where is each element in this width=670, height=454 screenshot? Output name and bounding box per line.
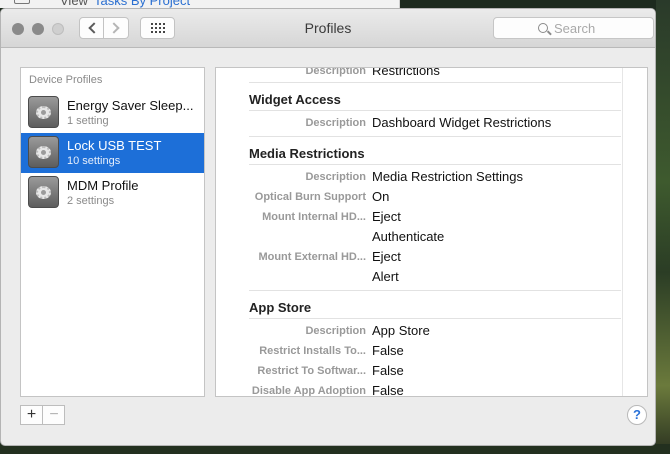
section-title-app-store: App Store <box>249 300 312 315</box>
detail-row: Description App Store <box>216 322 624 340</box>
detail-value: Authenticate <box>372 229 445 244</box>
search-field[interactable] <box>493 17 654 39</box>
profile-settings-count: 1 setting <box>67 115 109 127</box>
background-window: View Tasks By Project <box>0 0 400 8</box>
profile-item-lock-usb-test[interactable]: Lock USB TEST 10 settings <box>21 133 204 173</box>
detail-value: False <box>372 383 404 397</box>
profile-gear-icon <box>28 176 59 208</box>
profile-gear-icon <box>28 96 59 128</box>
add-profile-button[interactable]: + <box>21 406 43 424</box>
detail-row: Mount External HD... Eject <box>216 248 624 266</box>
detail-row: Authenticate <box>216 228 624 246</box>
detail-row: Restrict To Softwar... False <box>216 362 624 380</box>
background-view-label: View <box>60 0 88 8</box>
add-remove-control: + − <box>20 405 65 425</box>
background-link: Tasks By Project <box>94 0 191 8</box>
detail-key: Disable App Adoption <box>251 385 366 397</box>
profile-settings-count: 10 settings <box>67 155 121 167</box>
detail-value: Media Restriction Settings <box>372 169 524 184</box>
profiles-sidebar: Device Profiles Energy Saver Sleep... 1 … <box>20 67 205 397</box>
detail-row: Optical Burn Support On <box>216 188 624 206</box>
detail-row: Description Media Restriction Settings <box>216 168 624 186</box>
detail-row: Mount Internal HD... Eject <box>216 208 624 226</box>
detail-row: Description Restrictions <box>216 67 624 80</box>
section-divider <box>249 110 621 111</box>
detail-row: Disable App Adoption False <box>216 382 624 397</box>
detail-key: Restrict Installs To... <box>259 345 366 357</box>
detail-row: Alert <box>216 268 624 286</box>
detail-key: Mount External HD... <box>258 251 366 263</box>
detail-value: False <box>372 343 404 358</box>
sidebar-header: Device Profiles <box>29 74 103 86</box>
help-button[interactable]: ? <box>627 405 647 425</box>
detail-value: Eject <box>372 249 401 264</box>
profile-item-mdm-profile[interactable]: MDM Profile 2 settings <box>21 173 204 213</box>
detail-key: Description <box>305 117 366 129</box>
detail-key: Restrict To Softwar... <box>257 365 366 377</box>
detail-key: Optical Burn Support <box>254 191 366 203</box>
detail-value: Dashboard Widget Restrictions <box>372 115 552 130</box>
section-divider <box>249 164 621 165</box>
detail-value: Restrictions <box>372 67 440 78</box>
remove-profile-button[interactable]: − <box>43 406 65 424</box>
profile-item-energy-saver[interactable]: Energy Saver Sleep... 1 setting <box>21 93 204 133</box>
profile-name: MDM Profile <box>67 178 139 193</box>
section-divider <box>249 136 621 137</box>
section-title-widget-access: Widget Access <box>249 92 341 107</box>
search-input[interactable] <box>554 20 649 37</box>
titlebar: Profiles <box>1 9 655 48</box>
detail-value: False <box>372 363 404 378</box>
profile-name: Energy Saver Sleep... <box>67 98 194 113</box>
search-icon <box>538 23 548 33</box>
section-title-media-restrictions: Media Restrictions <box>249 146 365 161</box>
detail-key: Mount Internal HD... <box>262 211 366 223</box>
profile-settings-count: 2 settings <box>67 195 115 207</box>
section-divider <box>249 82 621 83</box>
profiles-window: Profiles Device Profiles Energy Saver Sl… <box>0 8 656 446</box>
detail-key: Description <box>305 325 366 337</box>
detail-scrollbar[interactable] <box>622 68 647 396</box>
section-divider <box>249 290 621 291</box>
profile-detail-pane[interactable]: Description Restrictions Widget Access D… <box>215 67 648 397</box>
detail-value: App Store <box>372 323 430 338</box>
detail-value: On <box>372 189 390 204</box>
profile-name: Lock USB TEST <box>67 138 162 153</box>
detail-row: Description Dashboard Widget Restriction… <box>216 114 624 132</box>
detail-key: Description <box>305 67 366 77</box>
profile-gear-icon <box>28 136 59 168</box>
background-window-icon <box>14 0 30 4</box>
detail-row: Restrict Installs To... False <box>216 342 624 360</box>
desktop-background <box>656 0 670 454</box>
detail-value: Alert <box>372 269 399 284</box>
detail-key: Description <box>305 171 366 183</box>
detail-value: Eject <box>372 209 401 224</box>
section-divider <box>249 318 621 319</box>
